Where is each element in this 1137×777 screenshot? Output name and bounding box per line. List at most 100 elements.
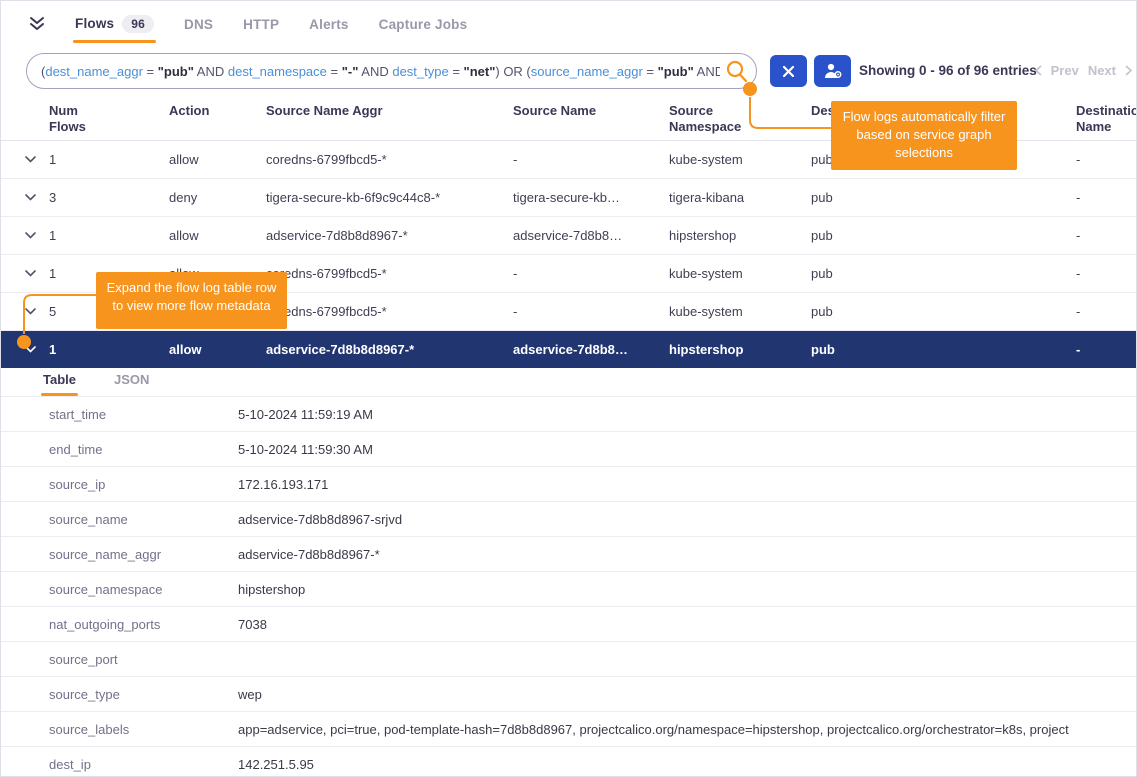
cell-dest-name: - [1076, 228, 1137, 243]
detail-tabs: Table JSON [1, 363, 1137, 397]
col-source-name: Source Name [513, 103, 669, 119]
cell-source-namespace: kube-system [669, 152, 811, 167]
detail-row: source_port [1, 642, 1137, 677]
col-source-namespace: Source Namespace [669, 103, 811, 136]
clear-filter-button[interactable] [770, 55, 807, 87]
table-row[interactable]: 1 allow adservice-7d8b8d8967-* adservice… [1, 217, 1137, 255]
row-expand-chevron-icon[interactable] [1, 346, 49, 353]
callout-filter-tooltip: Flow logs automatically filter based on … [831, 101, 1017, 170]
detail-row: source_namespacehipstershop [1, 572, 1137, 607]
cell-dest-name: - [1076, 266, 1137, 281]
detail-row: source_name_aggradservice-7d8b8d8967-* [1, 537, 1137, 572]
detail-value: 5-10-2024 11:59:30 AM [238, 442, 1137, 457]
pagination: Prev Next [1035, 63, 1132, 78]
detail-value: 5-10-2024 11:59:19 AM [238, 407, 1137, 422]
col-source-name-aggr: Source Name Aggr [266, 103, 513, 119]
filter-query-text: (dest_name_aggr = "pub" AND dest_namespa… [41, 64, 720, 79]
detail-value: wep [238, 687, 1137, 702]
detail-key: start_time [49, 407, 238, 422]
tab-capture-jobs[interactable]: Capture Jobs [377, 4, 470, 43]
cell-action: deny [169, 190, 266, 205]
detail-row: source_typewep [1, 677, 1137, 712]
detail-tab-json[interactable]: JSON [112, 363, 151, 396]
cell-source-name-aggr: tigera-secure-kb-6f9c9c44c8-* [266, 190, 513, 205]
detail-value: app=adservice, pci=true, pod-template-ha… [238, 722, 1137, 737]
cell-source-name: adservice-7d8b8… [513, 342, 669, 357]
close-icon [782, 65, 795, 78]
detail-tab-table[interactable]: Table [41, 363, 78, 396]
tab-dns[interactable]: DNS [182, 4, 215, 43]
next-button[interactable]: Next [1088, 63, 1116, 78]
active-tab-underline [73, 40, 156, 43]
detail-row: start_time5-10-2024 11:59:19 AM [1, 397, 1137, 432]
detail-tab-underline [41, 393, 78, 396]
cell-action: allow [169, 342, 266, 357]
col-num-flows: Num Flows [49, 103, 169, 136]
search-icon[interactable] [724, 59, 750, 85]
detail-row: dest_ip142.251.5.95 [1, 747, 1137, 777]
table-row[interactable]: 3 deny tigera-secure-kb-6f9c9c44c8-* tig… [1, 179, 1137, 217]
cell-action: allow [169, 152, 266, 167]
detail-key: source_name_aggr [49, 547, 238, 562]
col-action: Action [169, 103, 266, 119]
detail-key: nat_outgoing_ports [49, 617, 238, 632]
detail-row: source_ip172.16.193.171 [1, 467, 1137, 502]
detail-key: source_labels [49, 722, 238, 737]
cell-source-namespace: kube-system [669, 266, 811, 281]
cell-source-namespace: kube-system [669, 304, 811, 319]
cell-num-flows: 1 [49, 152, 169, 167]
cell-source-namespace: hipstershop [669, 228, 811, 243]
tab-alerts[interactable]: Alerts [307, 4, 350, 43]
tab-flows-label: Flows [75, 16, 114, 31]
cell-source-name: - [513, 266, 669, 281]
callout-expand-tooltip: Expand the flow log table row to view mo… [96, 272, 287, 329]
row-expand-chevron-icon[interactable] [1, 156, 49, 163]
cell-source-name: tigera-secure-kb… [513, 190, 669, 205]
tab-flows[interactable]: Flows 96 [73, 2, 156, 44]
chevron-right-icon[interactable] [1125, 65, 1132, 76]
chevron-left-icon[interactable] [1035, 65, 1042, 76]
cell-dest-name: - [1076, 342, 1137, 357]
cell-source-namespace: hipstershop [669, 342, 811, 357]
detail-key: source_type [49, 687, 238, 702]
row-expand-chevron-icon[interactable] [1, 232, 49, 239]
user-settings-button[interactable] [814, 55, 851, 87]
cell-dest-name-aggr: pub [811, 266, 1076, 281]
cell-source-name: - [513, 152, 669, 167]
row-expand-chevron-icon[interactable] [1, 308, 49, 315]
cell-source-name: - [513, 304, 669, 319]
detail-value: adservice-7d8b8d8967-srjvd [238, 512, 1137, 527]
flow-table-body: 1 allow coredns-6799fbcd5-* - kube-syste… [1, 141, 1137, 368]
detail-key: source_port [49, 652, 238, 667]
detail-row: end_time5-10-2024 11:59:30 AM [1, 432, 1137, 467]
cell-source-namespace: tigera-kibana [669, 190, 811, 205]
cell-source-name-aggr: coredns-6799fbcd5-* [266, 304, 513, 319]
cell-dest-name: - [1076, 304, 1137, 319]
row-expand-chevron-icon[interactable] [1, 194, 49, 201]
tab-http[interactable]: HTTP [241, 4, 281, 43]
cell-dest-name-aggr: pub [811, 190, 1076, 205]
detail-row: source_labelsapp=adservice, pci=true, po… [1, 712, 1137, 747]
detail-row: source_nameadservice-7d8b8d8967-srjvd [1, 502, 1137, 537]
cell-dest-name: - [1076, 152, 1137, 167]
cell-source-name-aggr: coredns-6799fbcd5-* [266, 266, 513, 281]
prev-button[interactable]: Prev [1051, 63, 1079, 78]
cell-dest-name: - [1076, 190, 1137, 205]
flows-count-badge: 96 [122, 15, 154, 33]
detail-key: source_namespace [49, 582, 238, 597]
row-expand-chevron-icon[interactable] [1, 270, 49, 277]
cell-num-flows: 1 [49, 228, 169, 243]
cell-source-name-aggr: adservice-7d8b8d8967-* [266, 228, 513, 243]
detail-value: 7038 [238, 617, 1137, 632]
detail-table: start_time5-10-2024 11:59:19 AM end_time… [1, 397, 1137, 777]
cell-dest-name-aggr: pub [811, 342, 1076, 357]
detail-value: hipstershop [238, 582, 1137, 597]
cell-dest-name-aggr: pub [811, 228, 1076, 243]
detail-key: dest_ip [49, 757, 238, 772]
cell-source-name-aggr: coredns-6799fbcd5-* [266, 152, 513, 167]
flow-logs-panel: Flows 96 DNS HTTP Alerts Capture Jobs (d… [0, 0, 1137, 777]
filter-query-input[interactable]: (dest_name_aggr = "pub" AND dest_namespa… [26, 53, 757, 89]
cell-dest-name-aggr: pub [811, 304, 1076, 319]
double-chevron-down-icon[interactable] [27, 13, 47, 33]
detail-key: source_ip [49, 477, 238, 492]
